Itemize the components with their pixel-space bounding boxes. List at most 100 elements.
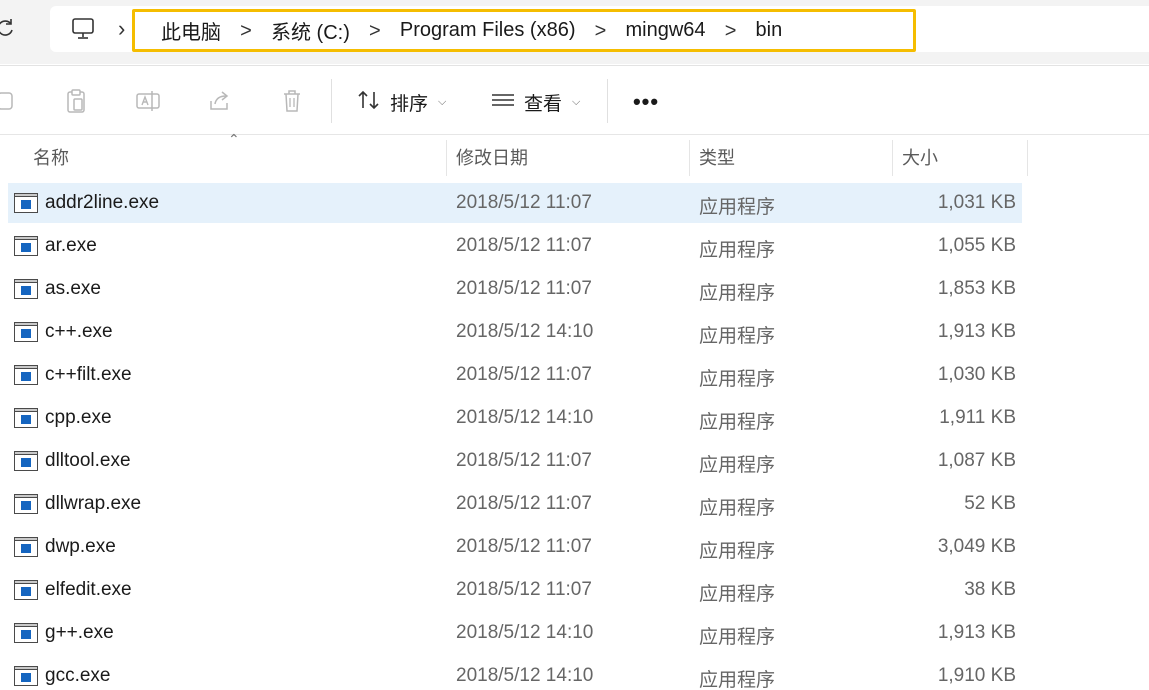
file-modified-date: 2018/5/12 11:07 xyxy=(456,192,592,213)
view-button[interactable]: 查看 ⌵ xyxy=(490,86,580,118)
exe-file-icon xyxy=(14,365,38,385)
file-row[interactable]: c++filt.exe 2018/5/12 11:07 应用程序 1,030 KB xyxy=(8,355,1022,395)
column-header-type[interactable]: 类型 xyxy=(699,136,735,178)
file-size: 1,913 KB xyxy=(937,321,1016,342)
exe-file-icon xyxy=(14,408,38,428)
paste-icon[interactable] xyxy=(62,87,90,115)
file-type: 应用程序 xyxy=(699,240,776,261)
address-bar-area: › 此电脑 > 系统 (C:) > Program Files (x86) > … xyxy=(0,0,1149,64)
this-pc-icon[interactable] xyxy=(66,14,100,44)
exe-file-icon xyxy=(14,666,38,686)
file-type: 应用程序 xyxy=(699,412,776,433)
file-size: 38 KB xyxy=(964,579,1016,600)
sort-button[interactable]: 排序 ⌵ xyxy=(356,86,446,118)
breadcrumb-root-chevron[interactable]: › xyxy=(118,17,125,41)
file-size: 1,031 KB xyxy=(937,192,1016,213)
chevron-down-icon: ⌵ xyxy=(572,95,581,108)
file-row[interactable]: cpp.exe 2018/5/12 14:10 应用程序 1,911 KB xyxy=(8,398,1022,438)
column-divider[interactable] xyxy=(1027,140,1028,176)
file-name: cpp.exe xyxy=(45,407,112,428)
file-explorer-window: › 此电脑 > 系统 (C:) > Program Files (x86) > … xyxy=(0,0,1149,690)
file-type: 应用程序 xyxy=(699,584,776,605)
file-size: 1,910 KB xyxy=(937,665,1016,686)
refresh-icon[interactable] xyxy=(0,14,18,42)
sort-ascending-icon: ⌃ xyxy=(228,131,240,147)
file-type: 应用程序 xyxy=(699,498,776,519)
file-type: 应用程序 xyxy=(699,283,776,304)
copy-icon[interactable] xyxy=(0,87,20,115)
column-header-name[interactable]: 名称 xyxy=(33,136,69,178)
column-divider[interactable] xyxy=(446,140,447,176)
file-type: 应用程序 xyxy=(699,627,776,648)
file-size: 1,087 KB xyxy=(937,450,1016,471)
column-header-size[interactable]: 大小 xyxy=(902,136,938,178)
file-name: dlltool.exe xyxy=(45,450,131,471)
file-name: elfedit.exe xyxy=(45,579,132,600)
exe-file-icon xyxy=(14,236,38,256)
file-size: 1,913 KB xyxy=(937,622,1016,643)
chevron-down-icon: ⌵ xyxy=(438,95,447,108)
file-name: addr2line.exe xyxy=(45,192,160,213)
share-icon[interactable] xyxy=(206,87,234,115)
exe-file-icon xyxy=(14,494,38,514)
sort-icon xyxy=(356,88,382,117)
file-size: 1,853 KB xyxy=(937,278,1016,299)
exe-file-icon xyxy=(14,537,38,557)
exe-file-icon xyxy=(14,580,38,600)
file-row[interactable]: g++.exe 2018/5/12 14:10 应用程序 1,913 KB xyxy=(8,613,1022,653)
file-name: as.exe xyxy=(45,278,101,299)
exe-file-icon xyxy=(14,279,38,299)
file-row[interactable]: addr2line.exe 2018/5/12 11:07 应用程序 1,031 KB xyxy=(8,183,1022,223)
file-modified-date: 2018/5/12 11:07 xyxy=(456,235,592,256)
file-name: dllwrap.exe xyxy=(45,493,142,514)
file-row[interactable]: elfedit.exe 2018/5/12 11:07 应用程序 38 KB xyxy=(8,570,1022,610)
breadcrumb-separator[interactable]: > xyxy=(706,19,756,43)
file-type: 应用程序 xyxy=(699,326,776,347)
file-size: 1,030 KB xyxy=(937,364,1016,385)
delete-icon[interactable] xyxy=(278,87,306,115)
breadcrumb-separator[interactable]: > xyxy=(221,19,271,43)
breadcrumb-bin[interactable]: bin xyxy=(756,19,783,42)
breadcrumb-separator[interactable]: > xyxy=(350,19,400,43)
file-name: g++.exe xyxy=(45,622,114,643)
breadcrumb-mingw64[interactable]: mingw64 xyxy=(626,19,706,42)
file-row[interactable]: ar.exe 2018/5/12 11:07 应用程序 1,055 KB xyxy=(8,226,1022,266)
breadcrumb-separator[interactable]: > xyxy=(576,19,626,43)
file-modified-date: 2018/5/12 14:10 xyxy=(456,622,594,643)
exe-file-icon xyxy=(14,623,38,643)
view-list-icon xyxy=(490,88,516,117)
file-name: ar.exe xyxy=(45,235,97,256)
toolbar-divider xyxy=(331,79,332,123)
exe-file-icon xyxy=(14,193,38,213)
file-type: 应用程序 xyxy=(699,541,776,562)
file-type: 应用程序 xyxy=(699,455,776,476)
exe-file-icon xyxy=(14,451,38,471)
rename-icon[interactable] xyxy=(134,87,162,115)
file-type: 应用程序 xyxy=(699,369,776,390)
exe-file-icon xyxy=(14,322,38,342)
file-modified-date: 2018/5/12 14:10 xyxy=(456,407,594,428)
breadcrumb: 此电脑 > 系统 (C:) > Program Files (x86) > mi… xyxy=(132,9,916,52)
file-name: c++.exe xyxy=(45,321,113,342)
column-header-modified[interactable]: 修改日期 xyxy=(456,136,528,178)
toolbar-divider xyxy=(607,79,608,123)
breadcrumb-program-files-x86[interactable]: Program Files (x86) xyxy=(400,19,576,42)
column-divider[interactable] xyxy=(689,140,690,176)
file-size: 1,911 KB xyxy=(939,407,1016,428)
more-options-button[interactable]: ••• xyxy=(630,86,662,118)
file-modified-date: 2018/5/12 14:10 xyxy=(456,321,594,342)
file-row[interactable]: c++.exe 2018/5/12 14:10 应用程序 1,913 KB xyxy=(8,312,1022,352)
file-size: 52 KB xyxy=(964,493,1016,514)
file-size: 1,055 KB xyxy=(937,235,1016,256)
file-row[interactable]: dllwrap.exe 2018/5/12 11:07 应用程序 52 KB xyxy=(8,484,1022,524)
file-row[interactable]: dlltool.exe 2018/5/12 11:07 应用程序 1,087 KB xyxy=(8,441,1022,481)
file-row[interactable]: gcc.exe 2018/5/12 14:10 应用程序 1,910 KB xyxy=(8,656,1022,690)
file-modified-date: 2018/5/12 11:07 xyxy=(456,278,592,299)
breadcrumb-system-c[interactable]: 系统 (C:) xyxy=(271,16,350,45)
file-name: gcc.exe xyxy=(45,665,111,686)
file-row[interactable]: dwp.exe 2018/5/12 11:07 应用程序 3,049 KB xyxy=(8,527,1022,567)
column-divider[interactable] xyxy=(892,140,893,176)
breadcrumb-this-pc[interactable]: 此电脑 xyxy=(161,16,221,45)
file-row[interactable]: as.exe 2018/5/12 11:07 应用程序 1,853 KB xyxy=(8,269,1022,309)
file-modified-date: 2018/5/12 11:07 xyxy=(456,579,592,600)
